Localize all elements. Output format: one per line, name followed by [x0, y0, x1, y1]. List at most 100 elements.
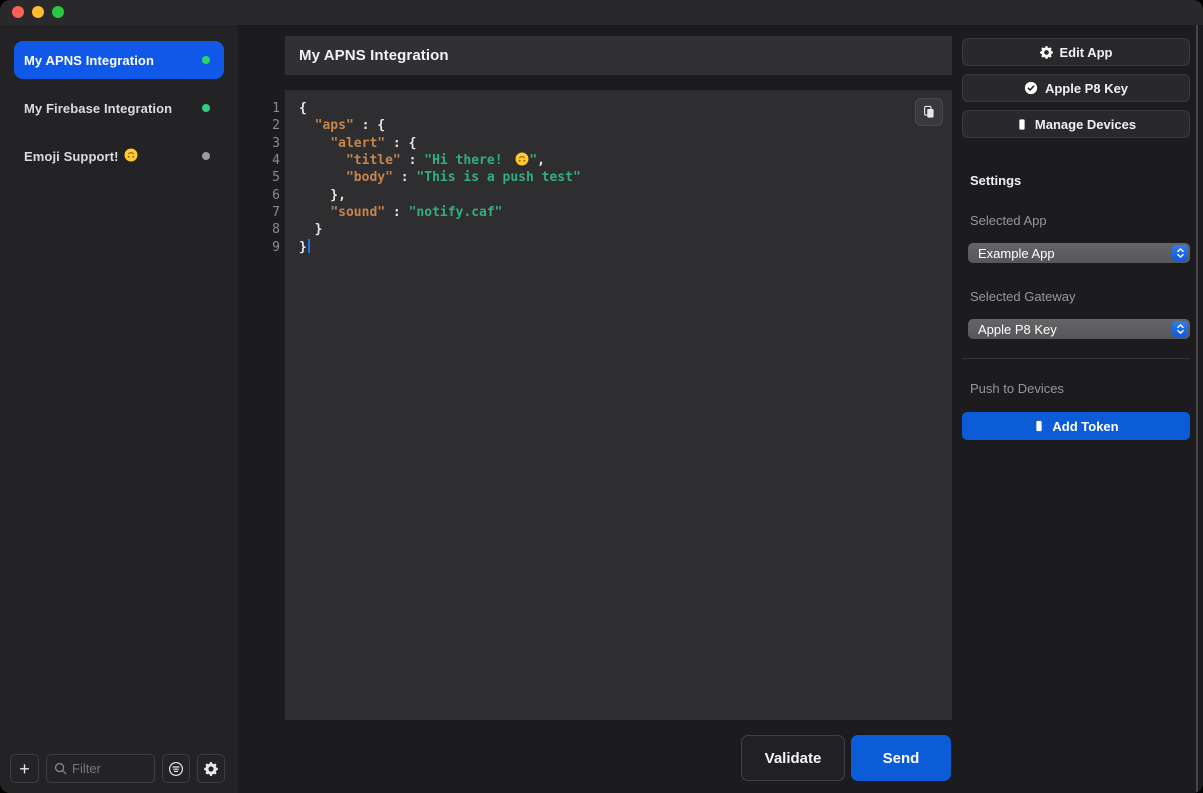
- add-token-button[interactable]: Add Token: [962, 412, 1190, 440]
- panel-divider: [962, 358, 1190, 359]
- line-number: 6: [238, 187, 280, 204]
- phone-icon: [1016, 118, 1028, 131]
- code-token: "alert": [330, 136, 385, 151]
- filter-circle-icon: [168, 761, 184, 777]
- code-token: [299, 170, 346, 185]
- code-token: [299, 118, 315, 133]
- zoom-button[interactable]: [52, 6, 64, 18]
- code-token: [299, 136, 330, 151]
- sidebar-list: My APNS Integration My Firebase Integrati…: [0, 25, 238, 175]
- code-token: ,: [537, 153, 545, 168]
- code-token: [299, 153, 346, 168]
- panel-button-label: Edit App: [1060, 45, 1113, 60]
- send-button[interactable]: Send: [851, 735, 951, 781]
- code-line: "alert" : {: [299, 135, 938, 152]
- sidebar-item-label: Emoji Support!: [24, 149, 119, 164]
- code-token: :: [401, 153, 424, 168]
- filter-field[interactable]: [46, 754, 155, 783]
- push-to-devices-label: Push to Devices: [970, 381, 1064, 396]
- code-token: }: [299, 240, 307, 255]
- sidebar-toolbar: +: [10, 754, 225, 783]
- gear-icon: [1040, 46, 1053, 59]
- code-token: "body": [346, 170, 393, 185]
- copy-icon: [922, 105, 936, 119]
- code-token: :: [393, 170, 416, 185]
- code-token: "notify.caf": [409, 205, 503, 220]
- code-line: "title" : "Hi there! ",: [299, 152, 938, 169]
- line-number: 5: [238, 169, 280, 186]
- status-dot: [202, 104, 210, 112]
- sidebar-item[interactable]: My APNS Integration: [14, 41, 224, 79]
- status-dot: [202, 56, 210, 64]
- code-token: "Hi there!: [424, 153, 510, 168]
- minimize-button[interactable]: [32, 6, 44, 18]
- selected-gateway-dropdown[interactable]: Apple P8 Key: [968, 319, 1190, 339]
- add-integration-button[interactable]: +: [10, 754, 39, 783]
- code-token: }: [299, 222, 322, 237]
- search-icon: [54, 762, 67, 775]
- titlebar: [0, 0, 1203, 25]
- sidebar: My APNS Integration My Firebase Integrati…: [0, 25, 238, 793]
- selected-app-label: Selected App: [970, 213, 1047, 228]
- editor-header: My APNS Integration: [285, 36, 952, 75]
- settings-button[interactable]: [197, 754, 225, 783]
- code-token: {: [299, 101, 307, 116]
- sidebar-item[interactable]: Emoji Support!: [14, 137, 224, 175]
- line-number: 7: [238, 204, 280, 221]
- code-token: "title": [346, 153, 401, 168]
- line-number: 1: [238, 100, 280, 117]
- plus-icon: +: [19, 760, 30, 778]
- settings-panel: Edit AppApple P8 KeyManage Devices Setti…: [962, 25, 1190, 793]
- line-number: 9: [238, 239, 280, 256]
- line-number-gutter: 123456789: [238, 100, 280, 256]
- upside-down-face-emoji: [124, 147, 138, 165]
- gear-icon: [204, 762, 218, 776]
- chevron-up-down-icon: [1172, 245, 1188, 261]
- add-token-label: Add Token: [1052, 419, 1118, 434]
- code-line: }: [299, 221, 938, 238]
- copy-payload-button[interactable]: [915, 98, 943, 126]
- status-dot: [202, 152, 210, 160]
- validate-button[interactable]: Validate: [741, 735, 845, 781]
- app-window: My APNS Integration My Firebase Integrati…: [0, 0, 1203, 793]
- filter-options-button[interactable]: [162, 754, 190, 783]
- code-token: :: [385, 205, 408, 220]
- phone-icon: [1033, 419, 1045, 433]
- sidebar-item[interactable]: My Firebase Integration: [14, 89, 224, 127]
- code-line: "sound" : "notify.caf": [299, 204, 938, 221]
- code-token: ": [529, 153, 537, 168]
- line-number: 8: [238, 221, 280, 238]
- line-number: 2: [238, 117, 280, 134]
- close-button[interactable]: [12, 6, 24, 18]
- selected-app-dropdown[interactable]: Example App: [968, 243, 1190, 263]
- code-line: }: [299, 239, 938, 256]
- selected-gateway-value: Apple P8 Key: [978, 322, 1057, 337]
- code-token: : {: [354, 118, 385, 133]
- panel-edge-divider: [1196, 25, 1198, 793]
- code-token: "aps": [315, 118, 354, 133]
- page-title: My APNS Integration: [285, 36, 952, 75]
- code-line: "aps" : {: [299, 117, 938, 134]
- panel-button-label: Manage Devices: [1035, 117, 1136, 132]
- code-line: },: [299, 187, 938, 204]
- edit-app-button[interactable]: Edit App: [962, 38, 1190, 66]
- sidebar-item-label: My APNS Integration: [24, 53, 154, 68]
- code-line: "body" : "This is a push test": [299, 169, 938, 186]
- payload-editor[interactable]: { "aps" : { "alert" : { "title" : "Hi th…: [285, 90, 952, 720]
- apple-p8-key-button[interactable]: Apple P8 Key: [962, 74, 1190, 102]
- code-token: },: [299, 188, 346, 203]
- sidebar-item-label: My Firebase Integration: [24, 101, 172, 116]
- code-token: "This is a push test": [416, 170, 580, 185]
- code-token: "sound": [330, 205, 385, 220]
- chevron-up-down-icon: [1172, 321, 1188, 337]
- manage-devices-button[interactable]: Manage Devices: [962, 110, 1190, 138]
- code-token: : {: [385, 136, 416, 151]
- code-token: [299, 205, 330, 220]
- selected-gateway-label: Selected Gateway: [970, 289, 1076, 304]
- filter-input[interactable]: [72, 761, 147, 776]
- panel-button-label: Apple P8 Key: [1045, 81, 1128, 96]
- seal-check-icon: [1024, 81, 1038, 95]
- code-line: {: [299, 100, 938, 117]
- line-number: 3: [238, 135, 280, 152]
- upside-down-face-emoji: [515, 152, 529, 169]
